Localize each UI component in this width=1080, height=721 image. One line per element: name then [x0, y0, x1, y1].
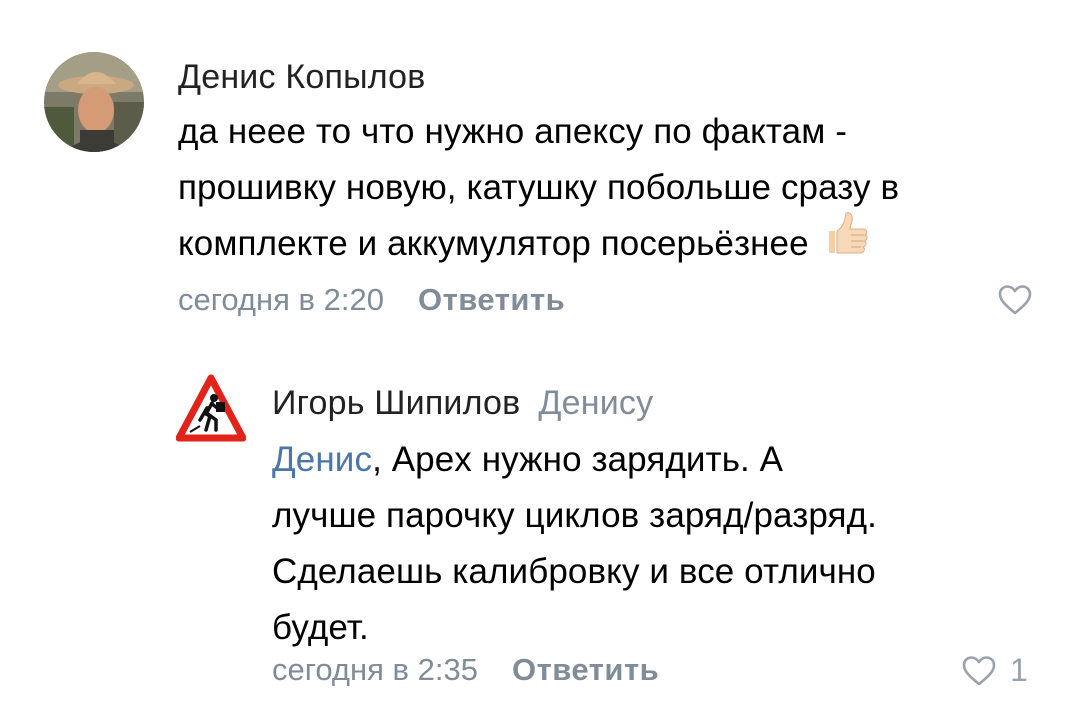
- reply-button[interactable]: Ответить: [418, 282, 565, 317]
- comment-text-line: будет.: [272, 608, 369, 647]
- like-count: 1: [1010, 652, 1028, 688]
- comment-text-line: Денис, Apex нужно зарядить. А: [272, 432, 1062, 488]
- avatar-photo: [44, 52, 144, 152]
- comment-text-line: комплекте и аккумулятор посерьёзнее: [178, 212, 1058, 274]
- comment-text-line: лучше парочку циклов заряд/разряд.: [272, 496, 877, 535]
- comment-text: Денис, Apex нужно зарядить. А лучше паро…: [272, 432, 1062, 656]
- avatar[interactable]: [176, 374, 246, 444]
- comment: Денис Копылов да неее то что нужно апекс…: [0, 0, 1080, 340]
- comment-text-line-part: , Apex нужно зарядить. А: [372, 440, 784, 479]
- comment-text-line: да неее то что нужно апексу по фактам -: [178, 112, 847, 151]
- comment-time: сегодня в 2:35: [272, 652, 478, 687]
- comment-text-line-part: комплекте и аккумулятор посерьёзнее: [178, 224, 809, 263]
- heart-icon: [962, 655, 996, 685]
- comment-meta: сегодня в 2:35 Ответить: [272, 652, 659, 688]
- comment-reply: Игорь Шипилов Денису Денис, Apex нужно за…: [0, 340, 1080, 721]
- avatar[interactable]: [44, 52, 144, 152]
- mention-link[interactable]: Денис: [272, 440, 372, 479]
- reply-button[interactable]: Ответить: [512, 652, 659, 687]
- heart-icon: [998, 285, 1032, 315]
- comment-text: да неее то что нужно апексу по фактам - …: [178, 104, 1058, 274]
- thumbs-up-icon: [823, 209, 871, 274]
- like-button[interactable]: [998, 284, 1032, 316]
- comment-author: Игорь Шипилов Денису: [272, 384, 653, 423]
- comment-time: сегодня в 2:20: [178, 282, 384, 317]
- comment-text-line: Сделаешь калибровку и все отлично: [272, 552, 876, 591]
- like-button[interactable]: 1: [962, 652, 1028, 689]
- reply-to-name[interactable]: Денису: [538, 384, 653, 422]
- comment-author[interactable]: Денис Копылов: [178, 58, 426, 97]
- comment-author-name[interactable]: Игорь Шипилов: [272, 384, 520, 422]
- comment-text-line: прошивку новую, катушку побольше сразу в: [178, 168, 900, 207]
- warning-sign-icon: [176, 374, 246, 442]
- comment-meta: сегодня в 2:20 Ответить: [178, 282, 565, 318]
